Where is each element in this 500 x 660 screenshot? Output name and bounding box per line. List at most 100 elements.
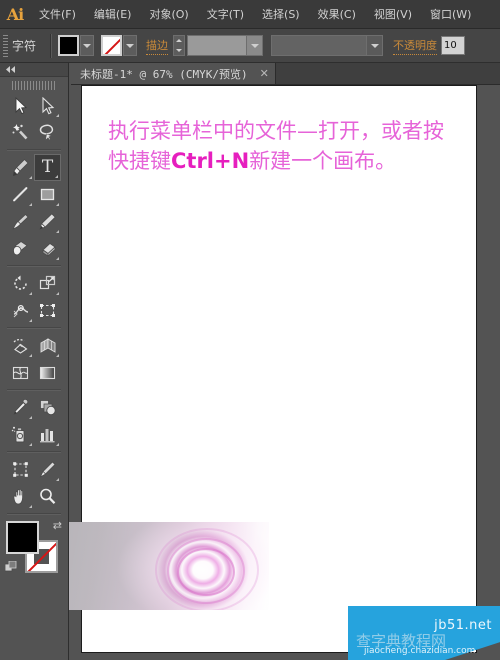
magic-wand-tool[interactable] [7, 119, 34, 146]
mesh-tool[interactable] [7, 359, 34, 386]
document-tab-title: 未标题-1* @ 67% (CMYK/预览) [80, 67, 248, 81]
default-fill-stroke-icon[interactable] [5, 561, 17, 573]
tool-separator-1 [7, 149, 61, 151]
tool-group-selection [0, 92, 68, 146]
slice-tool[interactable] [34, 456, 61, 483]
close-icon[interactable]: ✕ [260, 68, 269, 79]
tools-panel-grip[interactable] [12, 81, 56, 90]
font-family-dropdown-button[interactable] [246, 36, 263, 55]
stroke-swatch-group[interactable] [101, 35, 138, 56]
illustrator-window: Ai 文件(F) 编辑(E) 对象(O) 文字(T) 选择(S) 效果(C) 视… [0, 0, 500, 660]
symbol-sprayer-icon [11, 426, 25, 443]
type-tool-label: T [41, 157, 54, 177]
menu-object[interactable]: 对象(O) [140, 2, 197, 27]
arrow-outline-icon [41, 96, 54, 114]
menu-select[interactable]: 选择(S) [253, 2, 309, 27]
tool-group-navigation [0, 456, 68, 510]
document-tab-bar: 未标题-1* @ 67% (CMYK/预览) ✕ [71, 63, 500, 85]
artboard-tool[interactable] [7, 456, 34, 483]
blob-brush-icon [13, 241, 28, 256]
menu-view[interactable]: 视图(V) [365, 2, 421, 27]
tools-panel: T ⇄ [0, 63, 69, 660]
menu-effect[interactable]: 效果(C) [309, 2, 365, 27]
document-tab[interactable]: 未标题-1* @ 67% (CMYK/预览) ✕ [71, 63, 276, 84]
toolbar-fill-swatch[interactable] [6, 521, 39, 554]
tool-separator-3 [7, 327, 61, 329]
menu-type[interactable]: 文字(T) [198, 2, 253, 27]
eyedropper-tool[interactable] [7, 394, 34, 421]
line-segment-tool[interactable] [7, 181, 34, 208]
swap-fill-stroke-icon[interactable]: ⇄ [53, 519, 62, 532]
rectangle-tool[interactable] [34, 181, 61, 208]
purple-swirl-graphic[interactable] [69, 522, 269, 610]
direct-selection-tool[interactable] [34, 92, 61, 119]
font-style-select[interactable] [271, 35, 384, 56]
scale-tool[interactable] [34, 270, 61, 297]
width-tool[interactable] [7, 297, 34, 324]
control-bar-grip[interactable] [3, 34, 8, 57]
fill-swatch-group[interactable] [58, 35, 95, 56]
mesh-icon [12, 366, 29, 380]
rotate-tool[interactable] [7, 270, 34, 297]
blob-brush-tool[interactable] [7, 235, 34, 262]
pen-tool[interactable] [7, 154, 34, 181]
fill-color-swatch[interactable] [58, 35, 80, 56]
paintbrush-tool[interactable] [7, 208, 34, 235]
rectangle-icon [40, 188, 55, 201]
chevron-down-icon [83, 43, 92, 48]
stroke-color-swatch[interactable] [101, 35, 123, 56]
artboard-text-object[interactable]: 执行菜单栏中的文件—打开，或者按快捷键Ctrl+N新建一个画布。 [108, 116, 460, 176]
gradient-icon [39, 366, 56, 380]
symbol-sprayer-tool[interactable] [7, 421, 34, 448]
tool-group-transform [0, 270, 68, 324]
eraser-tool[interactable] [34, 235, 61, 262]
control-bar: 字符 描边 不透明度 10 [0, 29, 500, 63]
shape-builder-icon [13, 338, 28, 354]
magic-wand-icon [12, 124, 28, 140]
gradient-tool[interactable] [34, 359, 61, 386]
perspective-grid-tool[interactable] [34, 332, 61, 359]
shape-builder-tool[interactable] [7, 332, 34, 359]
canvas-area[interactable]: 执行菜单栏中的文件—打开，或者按快捷键Ctrl+N新建一个画布。 [69, 85, 500, 660]
blend-tool[interactable] [34, 394, 61, 421]
column-graph-icon [40, 429, 55, 443]
lasso-tool[interactable] [34, 119, 61, 146]
caret-up-icon [176, 39, 183, 43]
chevron-down-icon [126, 43, 135, 48]
fill-dropdown-button[interactable] [80, 35, 95, 56]
zoom-tool[interactable] [34, 483, 61, 510]
double-chevron-left-icon [6, 66, 15, 73]
free-transform-tool[interactable] [34, 297, 61, 324]
type-tool[interactable]: T [34, 154, 61, 181]
swirl-core [181, 554, 225, 588]
tools-panel-collapse-button[interactable] [0, 63, 68, 77]
font-family-select[interactable] [187, 35, 264, 56]
menu-edit[interactable]: 编辑(E) [85, 2, 141, 27]
menu-file[interactable]: 文件(F) [30, 2, 85, 27]
character-panel-label[interactable]: 字符 [12, 37, 44, 54]
rotate-icon [14, 275, 27, 290]
tool-separator-6 [7, 513, 61, 515]
line-icon [13, 187, 28, 202]
hand-tool[interactable] [7, 483, 34, 510]
menu-window[interactable]: 窗口(W) [421, 2, 480, 27]
eyedropper-icon [13, 399, 29, 415]
width-icon [13, 304, 29, 318]
tool-group-sampling [0, 394, 68, 448]
perspective-grid-icon [40, 338, 56, 353]
opacity-label[interactable]: 不透明度 [393, 37, 438, 55]
pencil-tool[interactable] [34, 208, 61, 235]
opacity-input[interactable]: 10 [441, 36, 466, 55]
font-style-dropdown-button[interactable] [366, 36, 383, 55]
paintbrush-icon [12, 213, 29, 230]
control-bar-separator-1 [50, 33, 53, 58]
art-text-shortcut: Ctrl+N [171, 149, 250, 173]
selection-tool[interactable] [7, 92, 34, 119]
tool-group-drawing: T [0, 154, 68, 262]
fill-stroke-control: ⇄ [5, 519, 62, 573]
blend-icon [40, 400, 56, 416]
column-graph-tool[interactable] [34, 421, 61, 448]
stroke-weight-stepper[interactable] [173, 35, 186, 56]
stroke-weight-label[interactable]: 描边 [146, 37, 169, 55]
stroke-dropdown-button[interactable] [123, 35, 138, 56]
